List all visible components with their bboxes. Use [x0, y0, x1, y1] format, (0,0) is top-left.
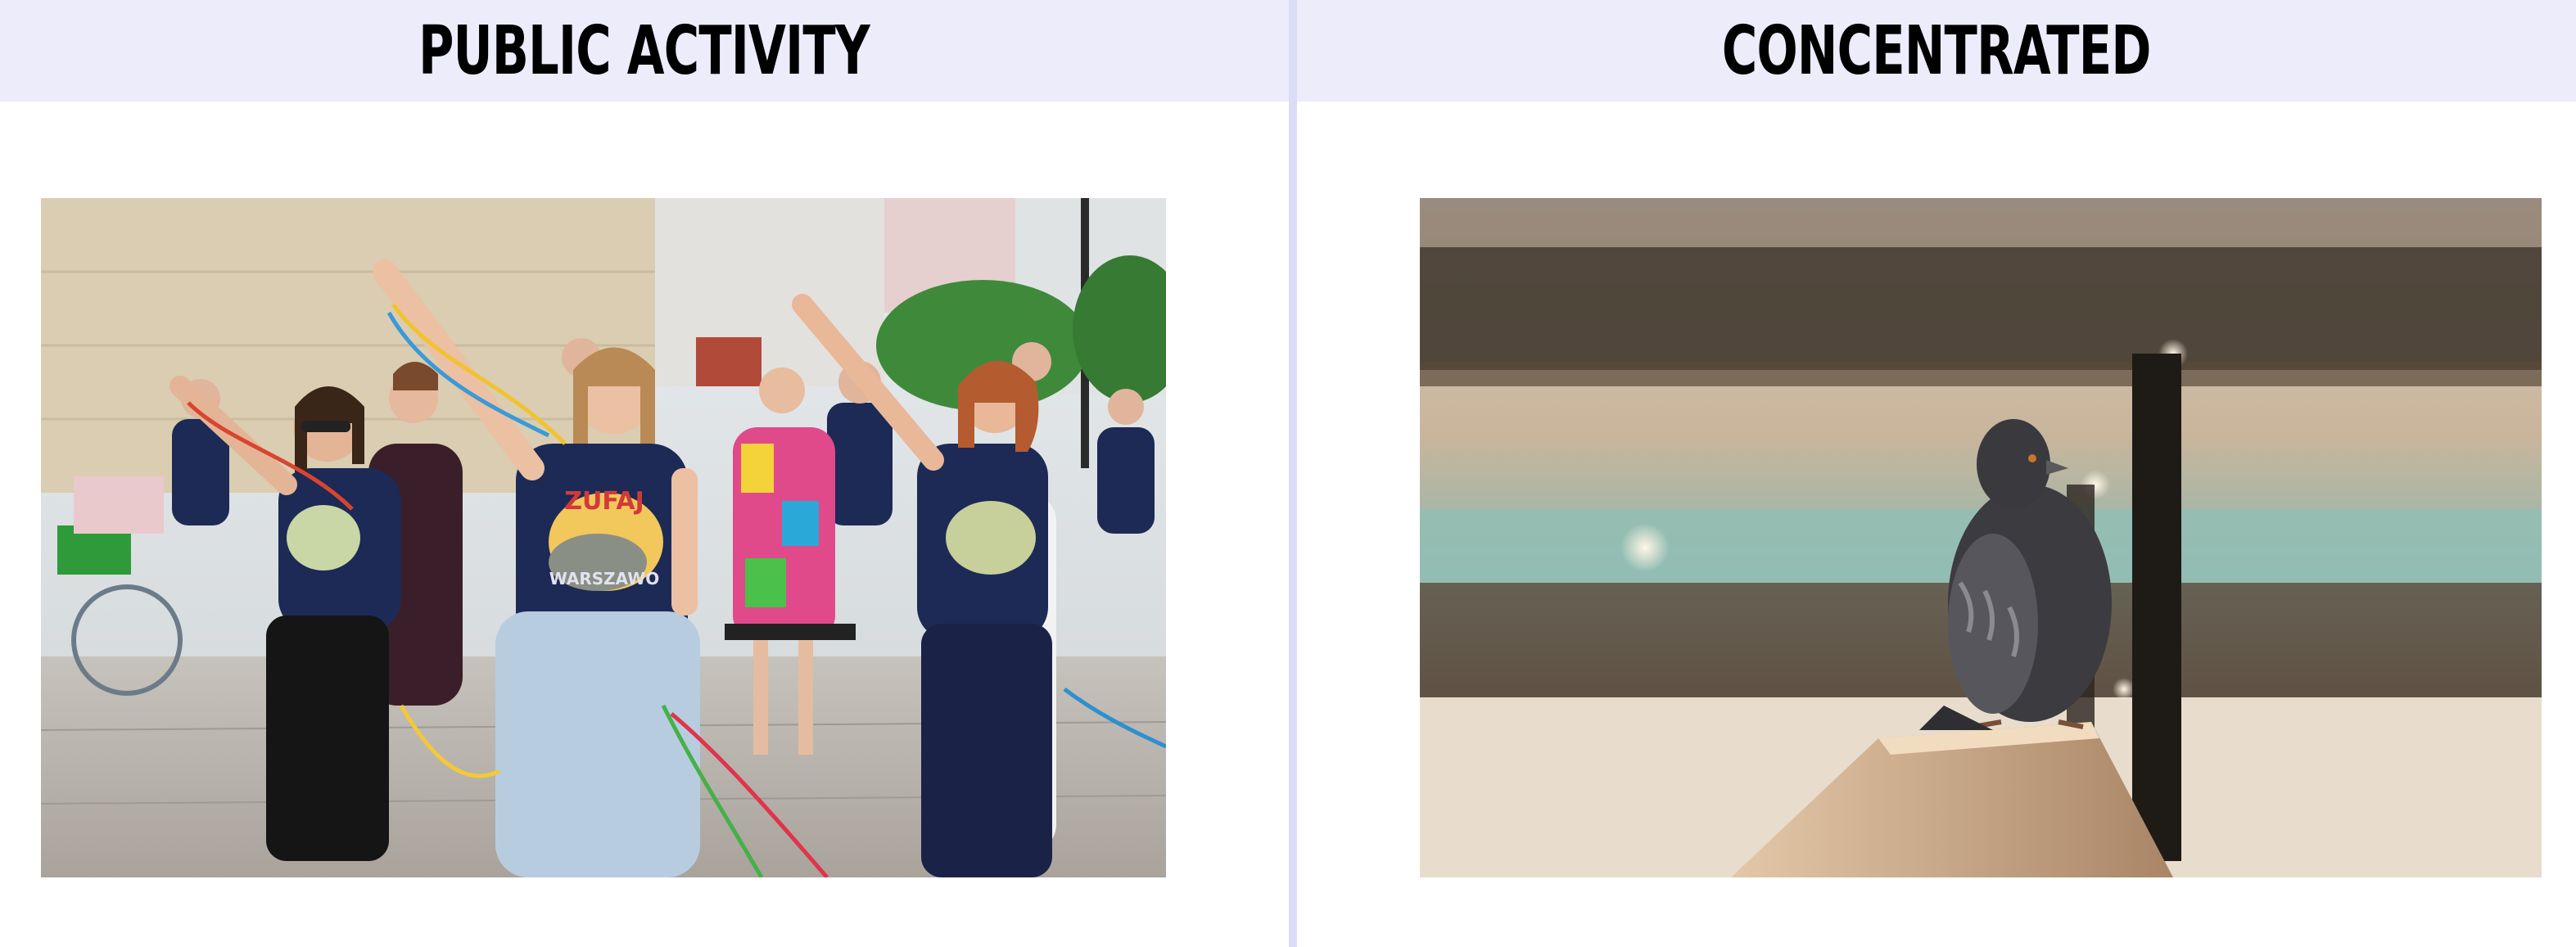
- panel-header: CONCENTRATED: [1297, 0, 2576, 101]
- panel-header: PUBLIC ACTIVITY: [0, 0, 1289, 101]
- shirt-text-zufaj: ZUFAJ: [564, 487, 644, 516]
- panel-concentrated: CONCENTRATED: [1297, 0, 2576, 947]
- pigeon-photo-illustration: [1420, 198, 2542, 877]
- public-activity-photo: ZUFAJ WARSZAWO: [41, 198, 1166, 877]
- panel-title: PUBLIC ACTIVITY: [418, 11, 871, 90]
- crowd-photo-illustration: ZUFAJ WARSZAWO: [41, 198, 1166, 877]
- panel-title: CONCENTRATED: [1722, 11, 2152, 90]
- panel-divider: [1289, 0, 1297, 947]
- panel-public-activity: PUBLIC ACTIVITY ZUFAJ WARSZAWO: [0, 0, 1289, 947]
- concentrated-photo: [1420, 198, 2542, 877]
- shirt-text-warszawo: WARSZAWO: [549, 569, 660, 588]
